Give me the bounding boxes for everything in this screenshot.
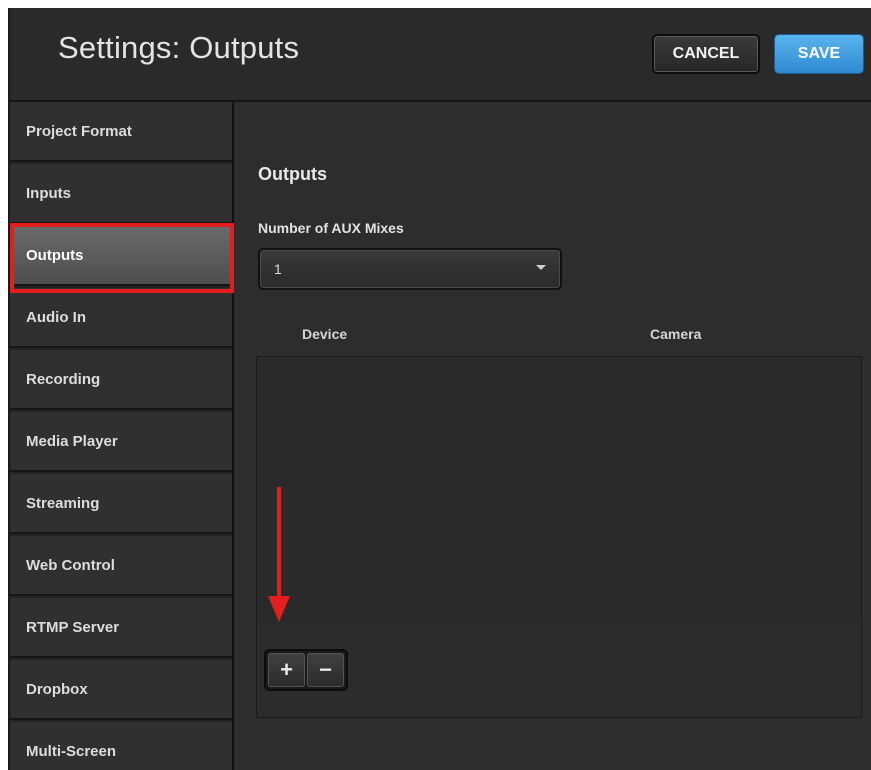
sidebar-item-streaming[interactable]: Streaming [10,474,232,534]
sidebar-item-media-player[interactable]: Media Player [10,412,232,472]
aux-mixes-label: Number of AUX Mixes [258,220,404,236]
sidebar-item-project-format[interactable]: Project Format [10,102,232,162]
aux-mixes-value: 1 [274,261,282,277]
outputs-panel: Outputs Number of AUX Mixes 1 Device Cam… [234,102,871,770]
sidebar-item-audio-in[interactable]: Audio In [10,288,232,348]
sidebar-item-web-control[interactable]: Web Control [10,536,232,596]
sidebar-item-inputs[interactable]: Inputs [10,164,232,224]
section-title: Outputs [258,164,327,184]
save-button[interactable]: SAVE [774,34,864,74]
add-output-button[interactable]: + [268,653,305,687]
minus-icon: − [319,657,332,682]
remove-output-button[interactable]: − [307,653,344,687]
aux-mixes-dropdown[interactable]: 1 [258,248,562,290]
sidebar-item-dropbox[interactable]: Dropbox [10,660,232,720]
annotation-arrow-shaft [277,487,281,599]
settings-window: Settings: Outputs CANCEL SAVE Project Fo… [8,8,871,770]
sidebar-item-rtmp-server[interactable]: RTMP Server [10,598,232,658]
plus-icon: + [280,657,293,682]
sidebar-item-recording[interactable]: Recording [10,350,232,410]
sidebar-item-multi-screen[interactable]: Multi-Screen [10,722,232,770]
page-title: Settings: Outputs [58,30,300,65]
outputs-table-footer: + − [257,623,861,717]
outputs-table-body [257,357,861,624]
column-header-device: Device [302,326,348,342]
chevron-down-icon [536,265,546,270]
column-header-camera: Camera [650,326,702,342]
cancel-button[interactable]: CANCEL [652,34,760,74]
annotation-arrow-head [268,596,290,622]
outputs-table: + − [256,356,862,718]
sidebar-item-outputs[interactable]: Outputs [10,226,232,286]
add-remove-group: + − [264,649,348,691]
settings-sidebar: Project Format Inputs Outputs Audio In R… [10,102,234,770]
header-bar: Settings: Outputs CANCEL SAVE [10,8,871,102]
